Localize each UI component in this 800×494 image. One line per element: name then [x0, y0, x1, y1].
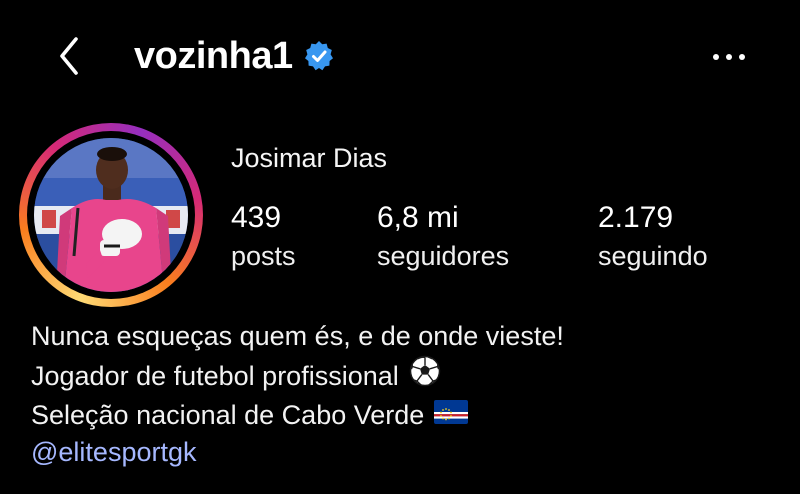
profile-avatar [34, 138, 188, 292]
display-name: Josimar Dias [231, 143, 388, 173]
soccer-ball-icon [409, 355, 441, 397]
followers-label: seguidores [377, 241, 510, 271]
bio-line-4: @elitesportgk [31, 434, 564, 471]
bio-mention-link[interactable]: @elitesportgk [31, 434, 196, 471]
posts-count: 439 [231, 201, 282, 234]
profile-header: vozinha1 [0, 0, 800, 110]
bio-line-3: Seleção nacional de Cabo Verde [31, 397, 564, 434]
more-horizontal-icon [713, 54, 745, 60]
posts-label: posts [231, 241, 296, 271]
avatar-gap [27, 131, 195, 299]
following-label: seguindo [598, 241, 708, 271]
bio-text-3: Seleção nacional de Cabo Verde [31, 400, 425, 430]
followers-stat[interactable]: 6,8 mi seguidores [377, 199, 509, 273]
bio-line-1: Nunca esqueças quem és, e de onde vieste… [31, 318, 564, 355]
more-options-button[interactable] [706, 40, 752, 74]
followers-count: 6,8 mi [377, 201, 459, 234]
posts-stat[interactable]: 439 posts [231, 199, 296, 273]
chevron-left-icon [60, 37, 78, 75]
bio-line-2: Jogador de futebol profissional [31, 355, 564, 397]
bio-text-1: Nunca esqueças quem és, e de onde vieste… [31, 321, 564, 351]
profile-bio: Nunca esqueças quem és, e de onde vieste… [31, 318, 564, 471]
back-button[interactable] [48, 34, 92, 78]
story-ring-avatar[interactable] [19, 123, 203, 307]
verified-badge-icon [303, 40, 335, 72]
following-stat[interactable]: 2.179 seguindo [598, 199, 708, 273]
following-count: 2.179 [598, 201, 674, 234]
bio-text-2: Jogador de futebol profissional [31, 360, 399, 391]
username: vozinha1 [134, 34, 293, 77]
username-title: vozinha1 [134, 34, 335, 78]
cape-verde-flag-icon [434, 397, 469, 434]
